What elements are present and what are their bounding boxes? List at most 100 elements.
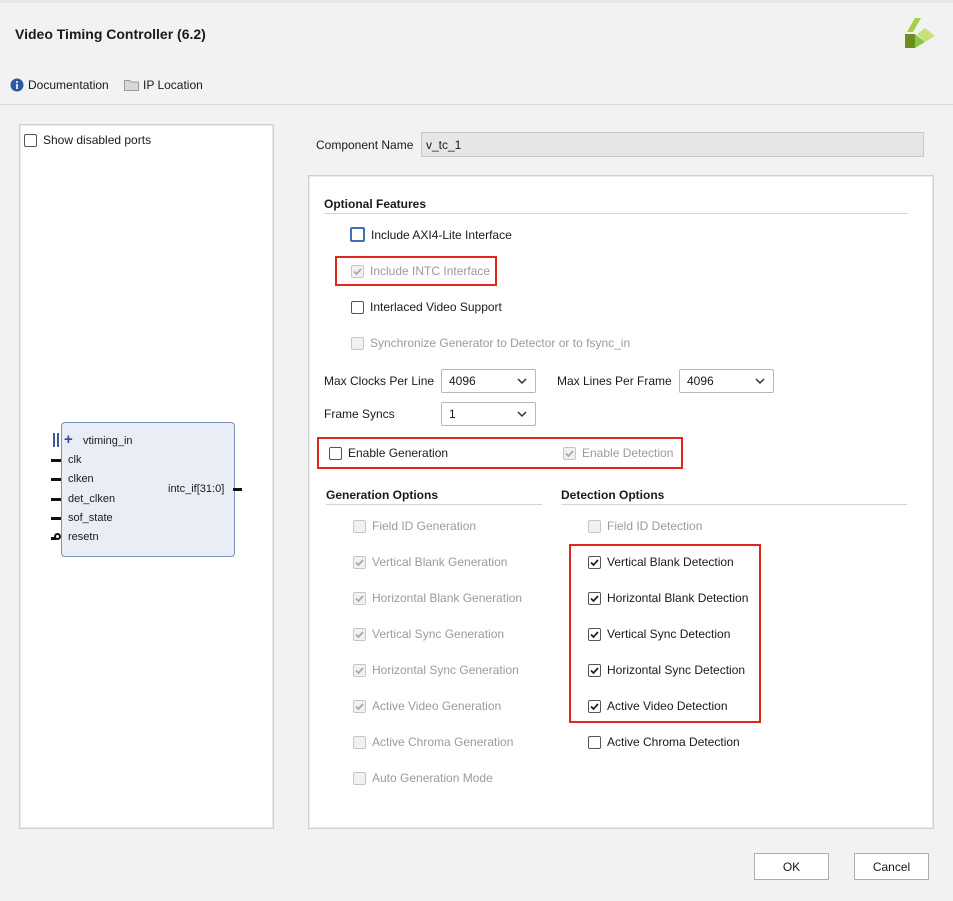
enable-detection-label: Enable Detection: [582, 446, 674, 460]
axi4-lite-option[interactable]: Include AXI4-Lite Interface: [350, 227, 512, 242]
gen-vsync-label: Vertical Sync Generation: [372, 627, 505, 641]
det-option-active-chroma[interactable]: Active Chroma Detection: [588, 735, 740, 749]
det-option-vsync[interactable]: Vertical Sync Detection: [588, 627, 730, 641]
det-option-hblank[interactable]: Horizontal Blank Detection: [588, 591, 748, 605]
det-hblank-checkbox[interactable]: [588, 591, 601, 605]
cancel-button[interactable]: Cancel: [854, 853, 929, 880]
gen-hsync-checkbox[interactable]: [353, 663, 366, 677]
info-icon: [10, 78, 24, 92]
xilinx-logo-icon: [905, 18, 935, 48]
port-intc-if: intc_if[31:0]: [168, 483, 225, 495]
det-vsync-checkbox[interactable]: [588, 627, 601, 641]
gen-option-vblank[interactable]: Vertical Blank Generation: [353, 555, 507, 569]
optional-features-divider: [324, 213, 908, 214]
component-name-label: Component Name: [316, 138, 414, 152]
gen-active-chroma-label: Active Chroma Generation: [372, 735, 514, 749]
det-active-chroma-checkbox[interactable]: [588, 735, 601, 749]
expand-plus-icon[interactable]: +: [64, 432, 73, 447]
ok-button[interactable]: OK: [754, 853, 829, 880]
intc-label: Include INTC Interface: [370, 264, 491, 278]
documentation-link[interactable]: Documentation: [10, 78, 109, 92]
detection-options-title: Detection Options: [561, 488, 665, 502]
sync-option[interactable]: Synchronize Generator to Detector or to …: [351, 336, 630, 350]
chevron-down-icon: [517, 378, 527, 385]
intc-checkbox[interactable]: [351, 264, 364, 278]
det-active-chroma-label: Active Chroma Detection: [607, 735, 740, 749]
gen-option-field-id[interactable]: Field ID Generation: [353, 519, 476, 533]
pin-sof-state: [51, 517, 61, 520]
port-sof-state: sof_state: [68, 512, 113, 524]
gen-auto-mode-label: Auto Generation Mode: [372, 771, 493, 785]
gen-field-id-checkbox[interactable]: [353, 519, 366, 533]
gen-hsync-label: Horizontal Sync Generation: [372, 663, 519, 677]
documentation-label: Documentation: [28, 78, 109, 92]
gen-option-auto-mode[interactable]: Auto Generation Mode: [353, 771, 493, 785]
det-active-video-checkbox[interactable]: [588, 699, 601, 713]
enable-generation-option[interactable]: Enable Generation: [329, 446, 448, 460]
gen-option-vsync[interactable]: Vertical Sync Generation: [353, 627, 504, 641]
gen-hblank-checkbox[interactable]: [353, 591, 366, 605]
detection-options-divider: [561, 504, 907, 505]
show-disabled-ports-checkbox[interactable]: [24, 133, 37, 147]
det-option-hsync[interactable]: Horizontal Sync Detection: [588, 663, 745, 677]
axi4-lite-label: Include AXI4-Lite Interface: [371, 227, 512, 242]
gen-option-hsync[interactable]: Horizontal Sync Generation: [353, 663, 519, 677]
gen-active-video-label: Active Video Generation: [372, 699, 502, 713]
intc-option[interactable]: Include INTC Interface: [351, 264, 490, 278]
gen-option-hblank[interactable]: Horizontal Blank Generation: [353, 591, 522, 605]
ip-location-link[interactable]: IP Location: [124, 78, 203, 92]
gen-active-chroma-checkbox[interactable]: [353, 735, 366, 749]
toolbar-separator: [0, 104, 953, 105]
sync-checkbox[interactable]: [351, 336, 364, 350]
axi4-lite-checkbox[interactable]: [350, 227, 365, 242]
enable-generation-label: Enable Generation: [348, 446, 449, 460]
chevron-down-icon: [517, 411, 527, 418]
gen-vblank-checkbox[interactable]: [353, 555, 366, 569]
gen-auto-mode-checkbox[interactable]: [353, 771, 366, 785]
show-disabled-ports-option[interactable]: Show disabled ports: [24, 133, 151, 147]
pin-clken: [51, 478, 61, 481]
component-name-input[interactable]: v_tc_1: [421, 132, 924, 157]
max-lines-label: Max Lines Per Frame: [557, 374, 672, 388]
port-resetn: resetn: [68, 531, 99, 543]
det-hblank-label: Horizontal Blank Detection: [607, 591, 749, 605]
generation-options-divider: [326, 504, 542, 505]
det-active-video-label: Active Video Detection: [607, 699, 728, 713]
show-disabled-ports-label: Show disabled ports: [43, 133, 152, 147]
max-clocks-select[interactable]: 4096: [441, 369, 536, 393]
frame-syncs-select[interactable]: 1: [441, 402, 536, 426]
gen-field-id-label: Field ID Generation: [372, 519, 477, 533]
port-vtiming-in: vtiming_in: [83, 435, 133, 447]
det-option-field-id[interactable]: Field ID Detection: [588, 519, 702, 533]
bus-pin-bar-2: [57, 433, 59, 447]
pin-intc-if: [233, 488, 242, 491]
top-border: [0, 0, 953, 3]
interlaced-option[interactable]: Interlaced Video Support: [351, 300, 502, 314]
chevron-down-icon: [755, 378, 765, 385]
det-option-active-video[interactable]: Active Video Detection: [588, 699, 728, 713]
det-vblank-label: Vertical Blank Detection: [607, 555, 734, 569]
gen-active-video-checkbox[interactable]: [353, 699, 366, 713]
enable-detection-option[interactable]: Enable Detection: [563, 446, 673, 460]
max-lines-select[interactable]: 4096: [679, 369, 774, 393]
generation-options-title: Generation Options: [326, 488, 439, 502]
enable-generation-checkbox[interactable]: [329, 446, 342, 460]
gen-hblank-label: Horizontal Blank Generation: [372, 591, 523, 605]
gen-option-active-video[interactable]: Active Video Generation: [353, 699, 501, 713]
det-vblank-checkbox[interactable]: [588, 555, 601, 569]
gen-vsync-checkbox[interactable]: [353, 627, 366, 641]
sync-label: Synchronize Generator to Detector or to …: [370, 336, 631, 350]
component-name-value: v_tc_1: [426, 138, 462, 152]
pin-det-clken: [51, 498, 61, 501]
interlaced-checkbox[interactable]: [351, 300, 364, 314]
gen-option-active-chroma[interactable]: Active Chroma Generation: [353, 735, 513, 749]
det-field-id-checkbox[interactable]: [588, 519, 601, 533]
det-vsync-label: Vertical Sync Detection: [607, 627, 731, 641]
frame-syncs-label: Frame Syncs: [324, 407, 395, 421]
det-hsync-checkbox[interactable]: [588, 663, 601, 677]
det-option-vblank[interactable]: Vertical Blank Detection: [588, 555, 734, 569]
gen-vblank-label: Vertical Blank Generation: [372, 555, 508, 569]
port-clken: clken: [68, 473, 94, 485]
optional-features-title: Optional Features: [324, 197, 427, 211]
enable-detection-checkbox[interactable]: [563, 446, 576, 460]
